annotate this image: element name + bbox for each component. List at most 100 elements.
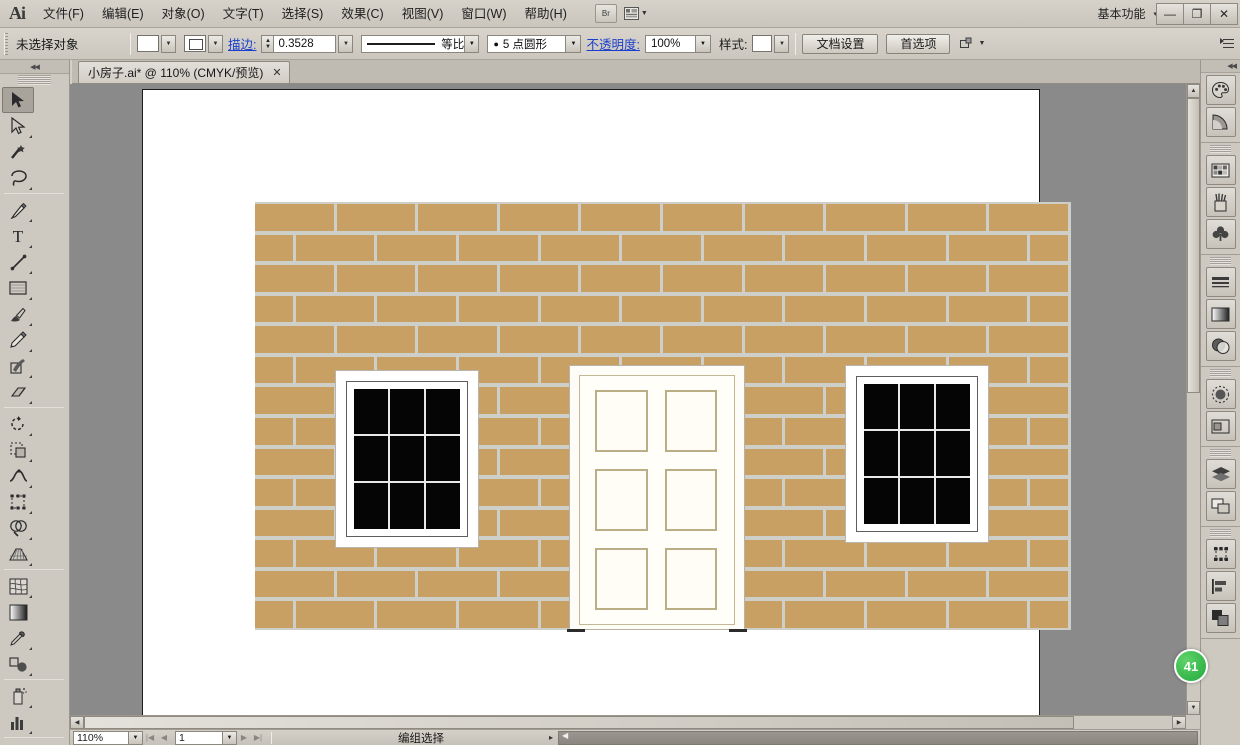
stroke-weight-field[interactable]: 0.3528	[274, 34, 337, 53]
restore-button[interactable]: ❐	[1183, 2, 1211, 25]
column-graph-tool[interactable]	[2, 709, 34, 735]
horizontal-scrollbar[interactable]: ◀ ▶	[70, 715, 1186, 729]
pencil-tool[interactable]	[2, 327, 34, 353]
direct-selection-tool[interactable]	[2, 113, 34, 139]
stroke-color-swatch[interactable]	[184, 35, 206, 52]
document-tab[interactable]: 小房子.ai* @ 110% (CMYK/预览) ✕	[78, 61, 290, 83]
tool-flyout-indicator[interactable]	[29, 731, 32, 734]
shape-builder-tool[interactable]	[2, 515, 34, 541]
stroke-swatch-dropdown[interactable]: ▼	[208, 34, 223, 53]
symbol-sprayer-tool[interactable]	[2, 683, 34, 709]
minimize-button[interactable]: —	[1156, 2, 1184, 25]
chevron-down-icon[interactable]: ▼	[565, 35, 581, 52]
status-text[interactable]: 编组选择	[398, 730, 444, 745]
chevron-down-icon[interactable]: ▼	[694, 35, 710, 52]
swatches-panel-icon[interactable]	[1205, 155, 1236, 185]
zoom-level-field[interactable]: 110%	[73, 730, 129, 745]
fill-swatch-dropdown[interactable]: ▼	[161, 34, 176, 53]
scroll-right-arrow[interactable]: ▶	[1172, 716, 1186, 729]
zoom-level-dropdown[interactable]: ▼	[129, 730, 143, 745]
rectangle-tool[interactable]	[2, 275, 34, 301]
symbols-panel-icon[interactable]	[1205, 219, 1236, 249]
menu-edit[interactable]: 编辑(E)	[93, 2, 153, 26]
opacity-label[interactable]: 不透明度:	[586, 34, 639, 53]
graphic-styles-panel-icon[interactable]	[1205, 411, 1236, 441]
workspace-switcher[interactable]: 基本功能	[1091, 5, 1151, 22]
menu-view[interactable]: 视图(V)	[393, 2, 453, 26]
type-tool[interactable]: T	[2, 223, 34, 249]
stroke-weight-stepper[interactable]: ▲ ▼	[261, 34, 275, 53]
stroke-profile-combo[interactable]: 等比 ▼	[361, 34, 480, 53]
blend-tool[interactable]	[2, 651, 34, 677]
menu-window[interactable]: 窗口(W)	[452, 2, 515, 26]
canvas-viewport[interactable]	[70, 84, 1186, 715]
collapse-icon[interactable]: ◀◀	[30, 63, 40, 71]
control-bar-grip[interactable]	[4, 32, 10, 55]
horizontal-scroll-thumb[interactable]	[84, 716, 1074, 729]
status-menu-arrow[interactable]: ▸	[544, 731, 558, 745]
brush-definition-combo[interactable]: ● 5 点圆形 ▼	[487, 34, 582, 53]
tool-flyout-indicator[interactable]	[29, 245, 32, 248]
tool-flyout-indicator[interactable]	[29, 647, 32, 650]
preferences-button[interactable]: 首选项	[886, 33, 951, 54]
pathfinder-panel-icon[interactable]	[1205, 603, 1236, 633]
last-artboard-button[interactable]: ▶|	[251, 731, 265, 745]
door-center[interactable]	[569, 365, 745, 630]
vertical-scroll-thumb[interactable]	[1187, 98, 1200, 393]
gradient-panel-icon[interactable]	[1205, 299, 1236, 329]
transform-panel-icon[interactable]	[1205, 539, 1236, 569]
layers-panel-icon[interactable]	[1205, 459, 1236, 489]
eraser-tool[interactable]	[2, 379, 34, 405]
brushes-panel-icon[interactable]	[1205, 187, 1236, 217]
panel-group-grip[interactable]	[1210, 449, 1231, 457]
menu-type[interactable]: 文字(T)	[214, 2, 273, 26]
fill-color-swatch[interactable]	[137, 35, 159, 52]
window-right[interactable]	[845, 365, 989, 543]
stroke-label[interactable]: 描边:	[228, 34, 256, 53]
scroll-up-arrow[interactable]: ▲	[1187, 84, 1200, 98]
menu-file[interactable]: 文件(F)	[34, 2, 93, 26]
menu-select[interactable]: 选择(S)	[273, 2, 333, 26]
tool-flyout-indicator[interactable]	[29, 433, 32, 436]
width-tool[interactable]	[2, 463, 34, 489]
stroke-panel-icon[interactable]	[1205, 267, 1236, 297]
chevron-down-icon[interactable]: ▼	[464, 35, 479, 52]
close-button[interactable]: ✕	[1210, 2, 1238, 25]
rotate-tool[interactable]	[2, 411, 34, 437]
previous-artboard-button[interactable]: ◀	[157, 731, 171, 745]
mesh-tool[interactable]	[2, 573, 34, 599]
perspective-grid-tool[interactable]	[2, 541, 34, 567]
chevron-down-icon[interactable]: ▼	[978, 40, 985, 47]
artboard-tool[interactable]	[2, 741, 34, 745]
paintbrush-tool[interactable]	[2, 301, 34, 327]
graphic-style-dropdown[interactable]: ▼	[774, 34, 790, 53]
artboard[interactable]	[142, 89, 1071, 715]
appearance-panel-icon[interactable]	[1205, 379, 1236, 409]
tool-flyout-indicator[interactable]	[29, 323, 32, 326]
color-guide-panel-icon[interactable]	[1205, 107, 1236, 137]
tool-flyout-indicator[interactable]	[29, 375, 32, 378]
scroll-down-arrow[interactable]: ▼	[1187, 701, 1200, 715]
document-setup-button[interactable]: 文档设置	[802, 33, 879, 54]
menu-help[interactable]: 帮助(H)	[516, 2, 576, 26]
tool-flyout-indicator[interactable]	[29, 135, 32, 138]
transparency-panel-icon[interactable]	[1205, 331, 1236, 361]
tool-flyout-indicator[interactable]	[29, 705, 32, 708]
artboard-number-dropdown[interactable]: ▼	[223, 730, 237, 745]
tool-flyout-indicator[interactable]	[29, 271, 32, 274]
tool-flyout-indicator[interactable]	[29, 485, 32, 488]
panel-group-grip[interactable]	[1210, 145, 1231, 153]
menu-object[interactable]: 对象(O)	[153, 2, 214, 26]
control-bar-overflow[interactable]	[1220, 37, 1240, 50]
house-artwork[interactable]	[255, 202, 1071, 632]
bridge-icon[interactable]: Br	[594, 4, 617, 23]
panel-group-grip[interactable]	[1210, 257, 1231, 265]
magic-wand-tool[interactable]	[2, 139, 34, 165]
tools-panel-header[interactable]: ◀◀	[0, 60, 69, 74]
tool-flyout-indicator[interactable]	[29, 595, 32, 598]
panel-group-grip[interactable]	[1210, 369, 1231, 377]
window-left[interactable]	[335, 370, 479, 548]
first-artboard-button[interactable]: |◀	[143, 731, 157, 745]
align-panel-icon[interactable]	[1205, 571, 1236, 601]
tool-flyout-indicator[interactable]	[29, 349, 32, 352]
